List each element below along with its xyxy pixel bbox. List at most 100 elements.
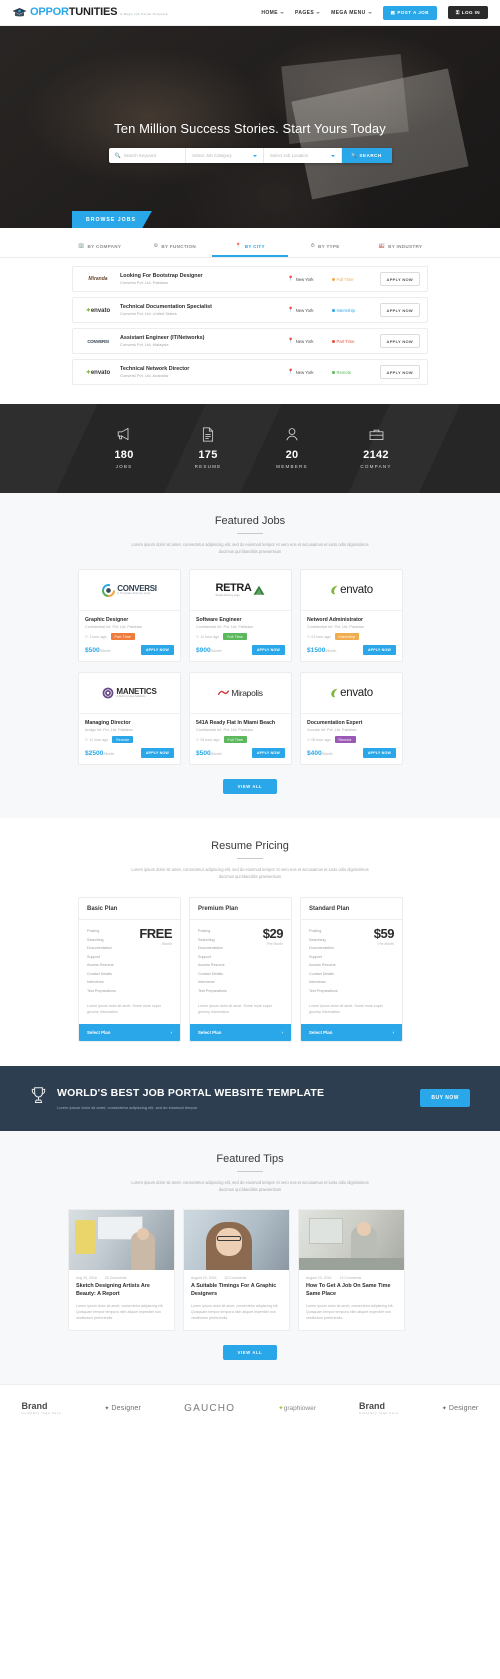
tip-card[interactable]: August 20, 2016 13 Comments How To Get A… bbox=[298, 1209, 405, 1332]
tab-by-function[interactable]: ⚙ BY FUNCTION bbox=[137, 238, 212, 257]
job-title: Assistant Engineer (IT/Networks) bbox=[120, 334, 205, 341]
logo-conversi: CONVERSI bbox=[87, 338, 109, 344]
job-company: Conversi Pvt. Ltd. United States bbox=[120, 311, 177, 317]
job-location: 📍 New York bbox=[288, 369, 332, 375]
tip-card[interactable]: August 20, 2016 20 Comments A Suitable T… bbox=[183, 1209, 290, 1332]
job-card[interactable]: envato Documentation Expert Vcorals Inf.… bbox=[300, 672, 403, 766]
tab-by-city[interactable]: 📍 BY CITY bbox=[212, 238, 288, 257]
job-card-body: Managing Director Amigo Inf. Pvt. Ltd. P… bbox=[79, 714, 180, 744]
job-card[interactable]: envato Netword Administrator Confidentia… bbox=[300, 569, 403, 663]
brand-name: Brand Company logo here bbox=[358, 1401, 399, 1416]
tip-body: August 20, 2016 13 Comments How To Get A… bbox=[299, 1270, 404, 1330]
browse-jobs-tab[interactable]: BROWSE JOBS bbox=[72, 211, 152, 228]
apply-now-button[interactable]: APPLY NOW bbox=[379, 272, 420, 286]
table-row[interactable]: CONVERSI Assistant Engineer (IT/Networks… bbox=[72, 328, 428, 354]
job-card-body: Software Engineer Confidential Inf. Pvt.… bbox=[190, 611, 291, 641]
tab-by-industry[interactable]: 🏭 BY INDUSTRY bbox=[363, 238, 438, 257]
apply-now-button[interactable]: APPLY NOW bbox=[140, 748, 174, 759]
log-in-button[interactable]: ⚿ LOG IN bbox=[447, 6, 488, 19]
search-category-placeholder: Select Job Category bbox=[192, 153, 232, 158]
apply-now-button[interactable]: APPLY NOW bbox=[379, 334, 420, 348]
select-plan-button[interactable]: Select Plan › bbox=[79, 1023, 180, 1041]
job-card[interactable]: Mirapolis 541A Ready Flat In Miami Beach… bbox=[189, 672, 292, 766]
job-company: Confidential Inf. Pvt. Ltd. Pakistan bbox=[196, 728, 253, 733]
tab-by-company[interactable]: 🏢 BY COMPANY bbox=[62, 238, 137, 257]
cog-icon: ⚙ bbox=[153, 243, 159, 249]
list-item: Contact Details bbox=[87, 971, 113, 976]
logo-text-a: OPPOR bbox=[30, 6, 69, 18]
apply-now-button[interactable]: APPLY NOW bbox=[362, 748, 396, 759]
pricing-plans: Basic Plan Posting Searching Documentati… bbox=[0, 881, 500, 1042]
status-badge: Remote bbox=[112, 736, 134, 744]
status-badge: Internship bbox=[334, 633, 360, 641]
nav-item-pages[interactable]: PAGES bbox=[295, 10, 321, 16]
view-all-tips-button[interactable]: VIEW ALL bbox=[223, 1345, 277, 1361]
apply-now-button[interactable]: APPLY NOW bbox=[362, 645, 396, 656]
clock-icon: ⏱ bbox=[85, 737, 88, 742]
list-item: Documentation bbox=[87, 946, 112, 951]
stat-members: 20 MEMBERS bbox=[250, 426, 334, 469]
table-row[interactable]: ✦envato Technical Documentation Speciali… bbox=[72, 297, 428, 323]
table-row[interactable]: ✦envato Technical Network Director Conve… bbox=[72, 359, 428, 385]
tab-by-type[interactable]: ⏱ BY TYPE bbox=[288, 238, 363, 257]
select-plan-button[interactable]: Select Plan › bbox=[190, 1023, 291, 1041]
logo-sub: A Dummy Logo Solutions bbox=[116, 695, 146, 699]
job-info: Looking For Bootstrap Designer Conversi … bbox=[116, 273, 288, 286]
tip-excerpt: Lorem ipsum dolor sit amet, consectetur … bbox=[191, 1303, 279, 1321]
job-card[interactable]: MANETICS A Dummy Logo Solutions Managing… bbox=[78, 672, 181, 766]
brand-name: GAUCHO bbox=[184, 1402, 236, 1414]
search-location-select[interactable]: Select Job Location bbox=[264, 148, 342, 163]
divider bbox=[237, 1171, 263, 1173]
tip-title: A Suitable Timings For A Graphic Designe… bbox=[191, 1283, 277, 1298]
brand-logo-2: ✦ Designer bbox=[104, 1405, 141, 1412]
search-category-select[interactable]: Select Job Category bbox=[186, 148, 264, 163]
select-plan-label: Select Plan bbox=[309, 1029, 333, 1035]
apply-now-button[interactable]: APPLY NOW bbox=[379, 365, 420, 379]
tip-date: August 20, 2016 bbox=[306, 1276, 332, 1281]
nav-item-home[interactable]: HOME bbox=[261, 10, 284, 16]
megaphone-icon bbox=[82, 426, 166, 442]
table-row[interactable]: Miranda Looking For Bootstrap Designer C… bbox=[72, 266, 428, 292]
post-a-job-button[interactable]: ▤ POST A JOB bbox=[382, 5, 437, 20]
chevron-down-icon bbox=[367, 11, 372, 14]
tip-card[interactable]: Aug 20, 2016 20 Comments Sketch Designin… bbox=[68, 1209, 175, 1332]
nav-item-mega-menu[interactable]: MEGA MENU bbox=[331, 10, 372, 16]
list-item: Interviews bbox=[309, 980, 326, 985]
list-item: Access Resume bbox=[87, 963, 114, 968]
select-plan-button[interactable]: Select Plan › bbox=[301, 1023, 402, 1041]
list-item: Support bbox=[87, 954, 100, 959]
section-description: Lorem ipsum dolor sit amet, consectetur … bbox=[131, 1180, 369, 1193]
job-info: Technical Network Director Conversi Pvt.… bbox=[116, 366, 288, 379]
search-icon: 🔍 bbox=[351, 152, 358, 158]
list-item: Documentation bbox=[198, 946, 223, 951]
tip-meta: August 20, 2016 20 Comments bbox=[191, 1276, 282, 1280]
tab-label: BY COMPANY bbox=[87, 243, 122, 249]
company-logo: envato bbox=[301, 673, 402, 715]
list-item: Support bbox=[309, 954, 322, 959]
list-item: Interviews bbox=[198, 980, 215, 985]
site-logo[interactable]: OPPORTUNITIES A Mega Job Portal Template bbox=[12, 7, 168, 18]
tip-meta: August 20, 2016 13 Comments bbox=[306, 1276, 397, 1280]
company-logo: CONVERSI A Template Dummy Logo bbox=[79, 570, 180, 612]
view-all-jobs-button[interactable]: VIEW ALL bbox=[223, 779, 277, 795]
apply-now-button[interactable]: APPLY NOW bbox=[379, 303, 420, 317]
document-icon bbox=[166, 426, 250, 442]
job-title: Looking For Bootstrap Designer bbox=[120, 272, 203, 279]
job-company: Amigo Inf. Pvt. Ltd. Pakistan bbox=[85, 728, 133, 733]
job-card[interactable]: RETRA Simple Dummy Logo Software Enginee… bbox=[189, 569, 292, 663]
apply-now-button[interactable]: APPLY NOW bbox=[251, 748, 285, 759]
job-card[interactable]: CONVERSI A Template Dummy Logo Graphic D… bbox=[78, 569, 181, 663]
job-price: $900/Month bbox=[196, 646, 222, 654]
envato-leaf-icon bbox=[331, 688, 338, 698]
job-title: Technical Network Director bbox=[120, 365, 190, 372]
search-submit-button[interactable]: 🔍 SEARCH bbox=[341, 148, 392, 163]
nav-label: HOME bbox=[261, 9, 278, 16]
buy-now-button[interactable]: BUY NOW bbox=[420, 1089, 470, 1108]
stat-label: MEMBERS bbox=[276, 464, 308, 469]
search-keyword-field[interactable]: 🔍 Search Keyword bbox=[109, 148, 187, 163]
plan-price-period: Per Month bbox=[378, 941, 394, 946]
apply-now-button[interactable]: APPLY NOW bbox=[251, 645, 285, 656]
apply-now-button[interactable]: APPLY NOW bbox=[140, 645, 174, 656]
job-location: 📍 New York bbox=[288, 338, 332, 344]
stat-value: 180 bbox=[114, 449, 134, 461]
